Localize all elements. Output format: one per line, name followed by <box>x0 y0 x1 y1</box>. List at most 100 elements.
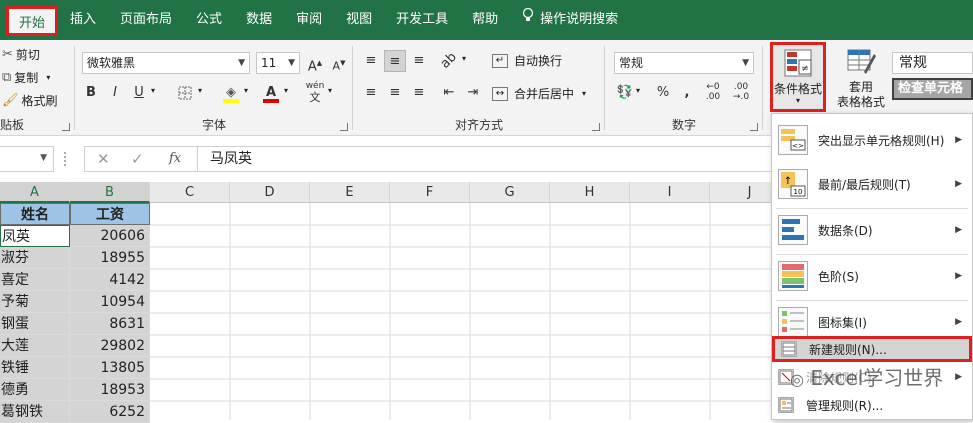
chevron-down-icon[interactable]: ▾ <box>462 54 466 63</box>
resize-handle[interactable] <box>64 152 67 166</box>
increase-decimal-button[interactable]: ←0.00 <box>702 82 724 104</box>
table-cell-name[interactable]: 淑芬 <box>0 247 70 269</box>
bold-button[interactable]: B <box>80 82 102 104</box>
decrease-decimal-button[interactable]: .00 →.0 <box>730 82 752 104</box>
font-size-select[interactable]: 11 ▼ <box>256 52 300 74</box>
cut-button[interactable]: ✂ 剪切 <box>2 46 40 63</box>
chevron-down-icon[interactable]: ▼ <box>40 153 47 163</box>
tab-data[interactable]: 数据 <box>234 0 284 40</box>
orientation-button[interactable]: ab <box>438 50 460 72</box>
column-header-f[interactable]: F <box>390 182 470 203</box>
cell-style-normal[interactable]: 常规 <box>892 52 973 74</box>
menu-item-highlight-rules[interactable]: <> 突出显示单元格规则(H) ▶ <box>772 120 972 160</box>
chevron-down-icon[interactable]: ▾ <box>284 86 288 95</box>
chevron-down-icon[interactable]: ▾ <box>198 86 202 95</box>
font-name-select[interactable]: 微软雅黑 ▼ <box>82 52 250 74</box>
menu-item-manage-rules[interactable]: 管理规则(R)... <box>772 392 972 418</box>
align-top-button[interactable]: ≡ <box>360 50 382 72</box>
chevron-down-icon[interactable]: ▾ <box>46 73 50 82</box>
increase-indent-button[interactable]: ⇥ <box>462 82 484 104</box>
menu-item-new-rule[interactable]: 新建规则(N)... <box>772 336 972 362</box>
column-header-b[interactable]: B <box>70 182 150 203</box>
insert-function-icon[interactable]: fx <box>169 151 181 166</box>
tell-me-search[interactable]: 操作说明搜索 <box>510 0 630 40</box>
format-painter-button[interactable]: 🖌 格式刷 <box>2 92 58 109</box>
grow-font-button[interactable]: A▲ <box>304 52 326 74</box>
table-cell-salary[interactable]: 29802 <box>70 335 150 357</box>
table-cell-name[interactable]: 予菊 <box>0 291 70 313</box>
font-color-button[interactable]: A <box>260 82 282 104</box>
italic-button[interactable]: I <box>104 82 126 104</box>
align-middle-button[interactable]: ≡ <box>384 50 406 72</box>
table-header-name[interactable]: 姓名 <box>0 203 70 225</box>
table-cell-name[interactable]: 德勇 <box>0 379 70 401</box>
fill-color-button[interactable]: ◈ <box>220 82 242 104</box>
tab-help[interactable]: 帮助 <box>460 0 510 40</box>
table-cell-name[interactable]: 喜定 <box>0 269 70 291</box>
data-bars-icon <box>778 215 808 245</box>
cancel-icon[interactable]: ✕ <box>97 150 110 168</box>
cell-style-check-cell[interactable]: 检查单元格 <box>892 78 973 100</box>
copy-button[interactable]: ⧉ 复制 ▾ <box>2 69 50 86</box>
column-header-e[interactable]: E <box>310 182 390 203</box>
clipboard-launcher[interactable] <box>62 123 70 131</box>
number-format-select[interactable]: 常规 ▼ <box>614 52 754 74</box>
menu-item-color-scales[interactable]: 色阶(S) ▶ <box>772 256 972 296</box>
tab-developer[interactable]: 开发工具 <box>384 0 460 40</box>
chevron-down-icon[interactable]: ▾ <box>582 89 586 98</box>
enter-icon[interactable]: ✓ <box>131 150 144 168</box>
table-cell-salary[interactable]: 18955 <box>70 247 150 269</box>
font-launcher[interactable] <box>340 123 348 131</box>
format-as-table-button[interactable]: 套用 表格格式 <box>834 46 888 110</box>
column-header-h[interactable]: H <box>550 182 630 203</box>
comma-button[interactable]: , <box>676 82 698 104</box>
table-cell-name[interactable]: 大莲 <box>0 335 70 357</box>
chevron-down-icon[interactable]: ▾ <box>636 86 640 95</box>
wrap-text-button[interactable]: ↵ 自动换行 <box>492 52 562 69</box>
column-header-d[interactable]: D <box>230 182 310 203</box>
shrink-font-button[interactable]: A▼ <box>328 52 350 74</box>
table-cell-salary[interactable]: 13805 <box>70 357 150 379</box>
table-cell-name[interactable]: 铁锤 <box>0 357 70 379</box>
percent-button[interactable]: % <box>652 82 674 104</box>
column-header-a[interactable]: A <box>0 182 70 203</box>
underline-button[interactable]: U <box>128 82 150 104</box>
chevron-down-icon[interactable]: ▾ <box>328 86 332 95</box>
menu-label-icon-sets: 图标集(I) <box>818 315 867 330</box>
chevron-down-icon[interactable]: ▾ <box>151 86 155 95</box>
column-header-g[interactable]: G <box>470 182 550 203</box>
column-header-i[interactable]: I <box>630 182 710 203</box>
chevron-down-icon[interactable]: ▾ <box>244 86 248 95</box>
tab-home[interactable]: 开始 <box>6 6 59 36</box>
alignment-launcher[interactable] <box>592 123 600 131</box>
table-cell-salary[interactable]: 4142 <box>70 269 150 291</box>
tab-page-layout[interactable]: 页面布局 <box>108 0 184 40</box>
table-cell-salary[interactable]: 18953 <box>70 379 150 401</box>
table-cell-salary[interactable]: 8631 <box>70 313 150 335</box>
align-center-button[interactable]: ≡ <box>384 82 406 104</box>
borders-button[interactable] <box>174 82 196 104</box>
table-cell-salary[interactable]: 10954 <box>70 291 150 313</box>
column-header-c[interactable]: C <box>150 182 230 203</box>
currency-icon: 💱 <box>616 85 634 100</box>
table-cell-name[interactable]: 凤英 <box>0 225 70 247</box>
merge-center-button[interactable]: ↔ 合并后居中 ▾ <box>492 85 586 102</box>
align-right-button[interactable]: ≡ <box>408 82 430 104</box>
number-launcher[interactable] <box>750 123 758 131</box>
align-left-button[interactable]: ≡ <box>360 82 382 104</box>
menu-item-data-bars[interactable]: 数据条(D) ▶ <box>772 210 972 250</box>
tab-formulas[interactable]: 公式 <box>184 0 234 40</box>
conditional-formatting-button[interactable]: ≠ 条件格式 ▾ <box>770 42 826 112</box>
table-cell-name[interactable]: 钢蛋 <box>0 313 70 335</box>
accounting-format-button[interactable]: 💱 <box>614 82 636 104</box>
tab-review[interactable]: 审阅 <box>284 0 334 40</box>
decrease-indent-button[interactable]: ⇤ <box>438 82 460 104</box>
menu-item-top-bottom[interactable]: ↑ 10 最前/最后规则(T) ▶ <box>772 164 972 204</box>
align-bottom-button[interactable]: ≡ <box>408 50 430 72</box>
table-header-salary[interactable]: 工资 <box>70 203 150 225</box>
name-box[interactable]: ▼ <box>0 146 54 172</box>
phonetic-button[interactable]: wén 文 <box>304 80 326 104</box>
tab-insert[interactable]: 插入 <box>58 0 108 40</box>
table-cell-salary[interactable]: 20606 <box>70 225 150 247</box>
tab-view[interactable]: 视图 <box>334 0 384 40</box>
